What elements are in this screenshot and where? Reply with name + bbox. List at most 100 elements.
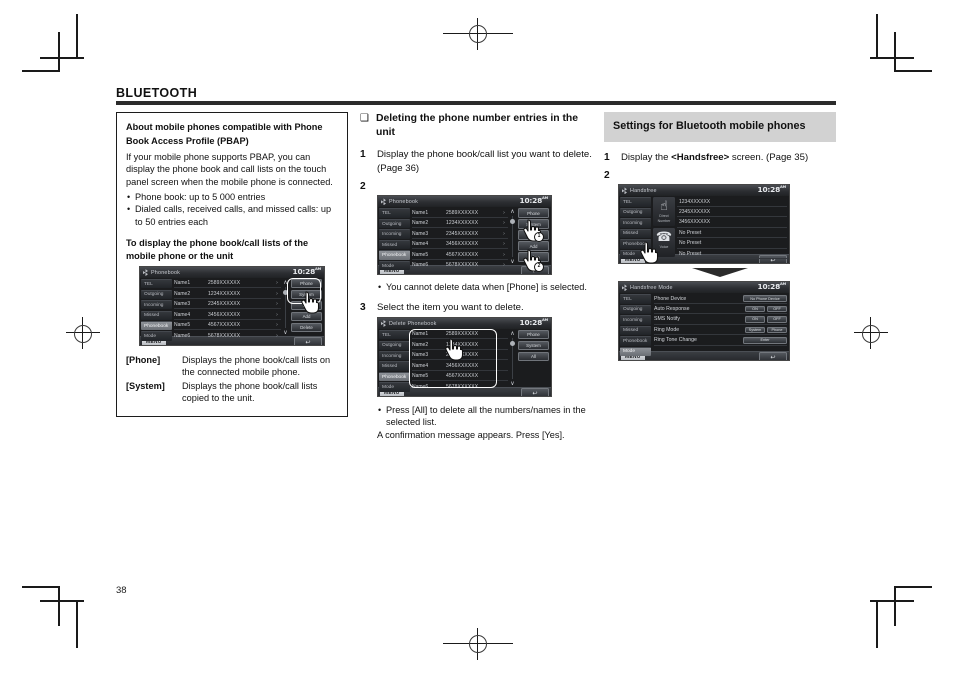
scroll-up-icon[interactable]: ∧ [510,330,514,337]
sms-notify-on-button[interactable]: ON [745,316,765,323]
scrollbar-track[interactable] [510,338,516,380]
all-button[interactable]: All [518,351,549,362]
nav-item-incoming[interactable]: Incoming [379,350,410,361]
nav-item-outgoing[interactable]: Outgoing [620,304,651,315]
chevron-right-icon: › [276,280,278,287]
list-item[interactable]: Name1 2589XXXXXX › [412,208,508,218]
nav-item-missed[interactable]: Missed [379,239,410,250]
nav-item-mode[interactable]: Mode [620,249,651,260]
system-source-button[interactable]: System [291,290,322,300]
scrollbar[interactable]: ∧ ∨ [508,329,517,387]
scroll-up-icon[interactable]: ∧ [283,279,287,286]
handsfree-settings-list: Phone Device No Phone Device Auto Respon… [652,293,789,351]
list-item[interactable]: Name1 2589XXXXXX [412,330,508,340]
scrollbar-track[interactable] [283,287,289,329]
nav-item-incoming[interactable]: Incoming [620,218,651,228]
scroll-down-icon[interactable]: ∨ [283,329,287,336]
nav-item-incoming[interactable]: Incoming [141,300,172,310]
back-button[interactable]: ↩ [521,388,549,397]
nav-item-tel[interactable]: TEL [141,279,172,289]
scrollbar-track[interactable] [510,216,516,258]
list-item[interactable]: Name3 2345XXXXXX [412,351,508,361]
auto-response-on-button[interactable]: ON [745,305,765,313]
system-source-button[interactable]: System [518,219,549,229]
nav-item-phonebook[interactable]: Phonebook [141,321,172,331]
entry-name: Name4 [412,241,429,248]
nav-item-phonebook[interactable]: Phonebook [379,250,410,260]
list-item[interactable]: 2345XXXXXX [677,208,787,218]
chevron-right-icon: › [503,251,505,258]
list-item[interactable]: Name2 1234XXXXXX › [174,290,281,299]
scroll-up-icon[interactable]: ∧ [510,208,514,215]
nav-item-outgoing[interactable]: Outgoing [379,340,410,350]
nav-item-incoming[interactable]: Incoming [379,229,410,239]
nav-item-tel[interactable]: TEL [379,208,410,218]
list-item[interactable]: Name4 3456XXXXXX › [174,311,281,320]
add-button[interactable]: Add [291,312,322,322]
delete-button[interactable]: Delete [291,323,322,333]
system-source-button[interactable]: System [518,341,549,351]
auto-response-off-button[interactable]: OFF [767,305,787,313]
ring-mode-system-button[interactable]: System [745,326,765,334]
delete-button[interactable]: Delete [518,252,549,262]
sms-notify-off-button[interactable]: OFF [767,316,787,323]
direct-number-tile[interactable]: ☝ Direct Number [653,197,675,227]
nav-item-missed[interactable]: Missed [379,361,410,371]
list-item[interactable]: Name6 5678XXXXXX [412,382,508,392]
nav-item-outgoing[interactable]: Outgoing [141,289,172,299]
phone-source-button[interactable]: Phone [518,208,549,218]
nav-item-missed[interactable]: Missed [141,310,172,320]
scroll-down-icon[interactable]: ∨ [510,380,514,387]
nav-item-tel[interactable]: TEL [620,294,651,304]
nav-item-outgoing[interactable]: Outgoing [620,207,651,218]
nav-item-outgoing[interactable]: Outgoing [379,218,410,229]
nav-item-mode[interactable]: Mode [379,260,410,271]
nav-item-missed[interactable]: Missed [620,325,651,336]
scroll-down-icon[interactable]: ∨ [510,258,514,265]
list-item[interactable]: Name6 5678XXXXXX › [174,331,281,341]
a-z-sort-button[interactable]: A-Z [518,230,549,240]
scrollbar-thumb[interactable] [510,219,516,225]
nav-item-incoming[interactable]: Incoming [620,315,651,325]
list-item[interactable]: Name5 4567XXXXXX [412,372,508,382]
list-item[interactable]: Name3 2345XXXXXX › [174,300,281,310]
list-item[interactable]: No Preset [677,229,787,239]
scrollbar-thumb[interactable] [283,290,289,296]
ring-tone-enter-button[interactable]: Enter [743,337,787,344]
nav-item-phonebook[interactable]: Phonebook [620,239,651,249]
back-button[interactable]: ↩ [759,352,787,361]
ring-mode-phone-button[interactable]: Phone [767,326,787,334]
a-z-sort-button[interactable]: A-Z [291,301,322,311]
list-item[interactable]: Name2 1234XXXXXX [412,341,508,350]
scrollbar[interactable]: ∧ ∨ [508,207,517,265]
list-item[interactable]: Name4 3456XXXXXX [412,361,508,371]
list-item[interactable]: Name2 1234XXXXXX › [412,219,508,229]
nav-item-mode[interactable]: Mode [620,346,651,357]
nav-item-tel[interactable]: TEL [379,330,410,340]
phone-source-button[interactable]: Phone [518,330,549,340]
nav-item-tel[interactable]: TEL [620,197,651,207]
back-button[interactable]: ↩ [294,337,322,346]
nav-item-mode[interactable]: Mode [379,382,410,392]
phone-source-button[interactable]: Phone [291,279,322,289]
list-item[interactable]: 1234XXXXXX [677,197,787,207]
nav-item-mode[interactable]: Mode [141,331,172,341]
back-button[interactable]: ↩ [521,266,549,275]
list-item[interactable]: Name5 4567XXXXXX › [412,250,508,260]
add-button[interactable]: Add [518,241,549,251]
list-item[interactable]: 3456XXXXXX [677,218,787,228]
scrollbar[interactable]: ∧ ∨ [281,278,290,336]
scrollbar-thumb[interactable] [510,341,516,347]
list-item[interactable]: No Preset [677,239,787,249]
no-phone-device-button[interactable]: No Phone Device [743,295,787,302]
list-item[interactable]: Name3 2345XXXXXX › [412,229,508,239]
list-item[interactable]: No Preset [677,250,787,260]
voice-dial-tile[interactable]: ☎ Voice [653,227,675,257]
list-item[interactable]: Name4 3456XXXXXX › [412,240,508,250]
nav-item-phonebook[interactable]: Phonebook [620,336,651,346]
list-item[interactable]: Name5 4567XXXXXX › [174,321,281,331]
list-item[interactable]: Name1 2589XXXXXX › [174,279,281,289]
nav-item-phonebook[interactable]: Phonebook [379,371,410,382]
nav-item-missed[interactable]: Missed [620,228,651,239]
list-item[interactable]: Name6 5678XXXXXX › [412,261,508,271]
